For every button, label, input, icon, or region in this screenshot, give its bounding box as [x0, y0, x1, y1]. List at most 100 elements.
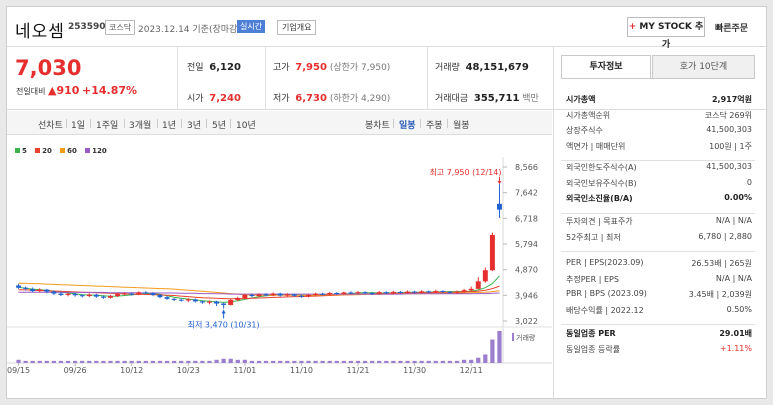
period-5y[interactable]: 5년	[212, 118, 226, 131]
period-monthly[interactable]: 월봉	[453, 118, 470, 131]
x-tick-label: 11/01	[233, 366, 256, 375]
volume-bar	[454, 360, 460, 363]
tab-investment-info[interactable]: 투자정보	[561, 55, 651, 79]
candle	[277, 293, 283, 296]
volume-bar	[221, 358, 226, 363]
volume-value: 48,151,679	[465, 62, 529, 73]
period-10y[interactable]: 10년	[236, 118, 256, 131]
company-name[interactable]: 네오셈	[15, 17, 65, 42]
candle	[426, 291, 432, 293]
candle	[263, 294, 269, 296]
volume-bar	[200, 360, 205, 363]
candle	[249, 294, 255, 297]
candle	[355, 292, 361, 294]
candle	[86, 294, 92, 297]
period-1y[interactable]: 1년	[162, 118, 176, 131]
period-1w[interactable]: 1주일	[96, 118, 118, 131]
my-stock-label: MY STOCK 추가	[639, 22, 704, 50]
low-price: 저가 6,730 (하한가 4,290)	[273, 91, 390, 104]
candle	[157, 294, 163, 298]
period-daily[interactable]: 일봉	[399, 118, 416, 131]
volume-bar	[72, 360, 78, 363]
divider	[157, 119, 158, 128]
divider	[90, 119, 91, 128]
volume-bar	[271, 360, 276, 363]
y-tick-label: 3,022	[515, 317, 538, 326]
candle	[115, 294, 121, 297]
x-tick-label: 10/23	[177, 366, 200, 375]
candle	[178, 299, 184, 301]
candle	[313, 293, 319, 295]
open-price: 시가 7,240	[187, 91, 241, 104]
volume-bar	[44, 360, 49, 363]
price-change: 전일대비 ▲910 +14.87%	[16, 84, 137, 97]
candle	[447, 291, 453, 293]
period-1d[interactable]: 1일	[71, 118, 85, 131]
low-value: 6,730	[295, 93, 327, 104]
info-row: 시가총액순위 코스닥 269위	[566, 110, 752, 121]
x-tick-label: 11/30	[403, 366, 426, 375]
candle	[93, 294, 99, 297]
period-weekly[interactable]: 주봉	[426, 118, 443, 131]
info-label: 외국인한도주식수(A)	[566, 163, 637, 172]
volume-bar	[157, 360, 163, 363]
candle	[235, 298, 241, 300]
info-value: 29.01배	[719, 329, 752, 338]
info-row: 동일업종 PER 29.01배	[566, 328, 752, 339]
tab-order-book[interactable]: 호가 10단계	[652, 55, 755, 79]
period-3y[interactable]: 3년	[187, 118, 201, 131]
candle	[468, 288, 474, 291]
candle	[30, 289, 36, 292]
candle	[143, 292, 149, 294]
candle	[51, 291, 57, 294]
info-value: 41,500,303	[706, 125, 752, 134]
volume-bar	[433, 360, 438, 363]
trade-value: 거래대금 355,711 백만	[435, 91, 539, 104]
candle	[475, 281, 481, 289]
info-row: 외국인소진율(B/A) 0.00%	[566, 193, 752, 204]
candle	[23, 287, 29, 289]
candle	[185, 299, 191, 301]
realtime-button[interactable]: 실시간	[237, 20, 266, 33]
info-row: 배당수익률 | 2022.12 0.50%	[566, 305, 752, 316]
candle	[327, 293, 333, 295]
divider	[177, 47, 178, 109]
volume-bar	[263, 360, 269, 363]
volume-bar	[313, 360, 318, 363]
info-label: PER | EPS(2023.09)	[566, 258, 644, 267]
volume-bar	[306, 360, 311, 363]
volume-legend-swatch	[512, 333, 514, 341]
volume-bar	[65, 360, 71, 363]
volume-bar	[101, 360, 106, 363]
candle	[433, 291, 439, 293]
info-value: 0	[746, 177, 752, 187]
volume-bar	[476, 357, 481, 363]
volume-bar	[256, 360, 262, 363]
volume-bar	[179, 360, 184, 363]
candle	[44, 289, 50, 292]
x-tick-label: 09/15	[7, 366, 30, 375]
quick-order-button[interactable]: 빠른주문	[715, 21, 748, 34]
stock-chart[interactable]: 8,566 7,642 6,718 5,794 4,870 3,946 3,022 거래량 09…	[7, 135, 552, 375]
volume-bar	[285, 360, 290, 363]
candle	[320, 293, 326, 295]
candle	[65, 293, 71, 295]
corp-info-button[interactable]: 기업개요	[277, 20, 317, 35]
period-3m[interactable]: 3개월	[129, 118, 151, 131]
volume-bar	[136, 360, 141, 363]
volume-bar	[278, 360, 283, 363]
date-note: 2023.12.14 기준(장마감)	[138, 25, 241, 35]
y-tick-label: 5,794	[515, 240, 538, 249]
change-amount: 910	[56, 84, 80, 97]
volume-bar	[23, 360, 28, 363]
volume-bar	[143, 360, 148, 363]
legend-swatch	[35, 148, 41, 153]
candle	[376, 292, 382, 294]
prev-close: 전일 6,120	[187, 60, 241, 73]
volume-bar	[235, 359, 240, 363]
candle	[150, 293, 156, 295]
volume-bar	[440, 360, 446, 363]
info-row: 투자의견 | 목표주가 N/A | N/A	[566, 216, 752, 227]
candle	[369, 293, 375, 294]
add-my-stock-button[interactable]: + MY STOCK 추가	[627, 17, 705, 50]
